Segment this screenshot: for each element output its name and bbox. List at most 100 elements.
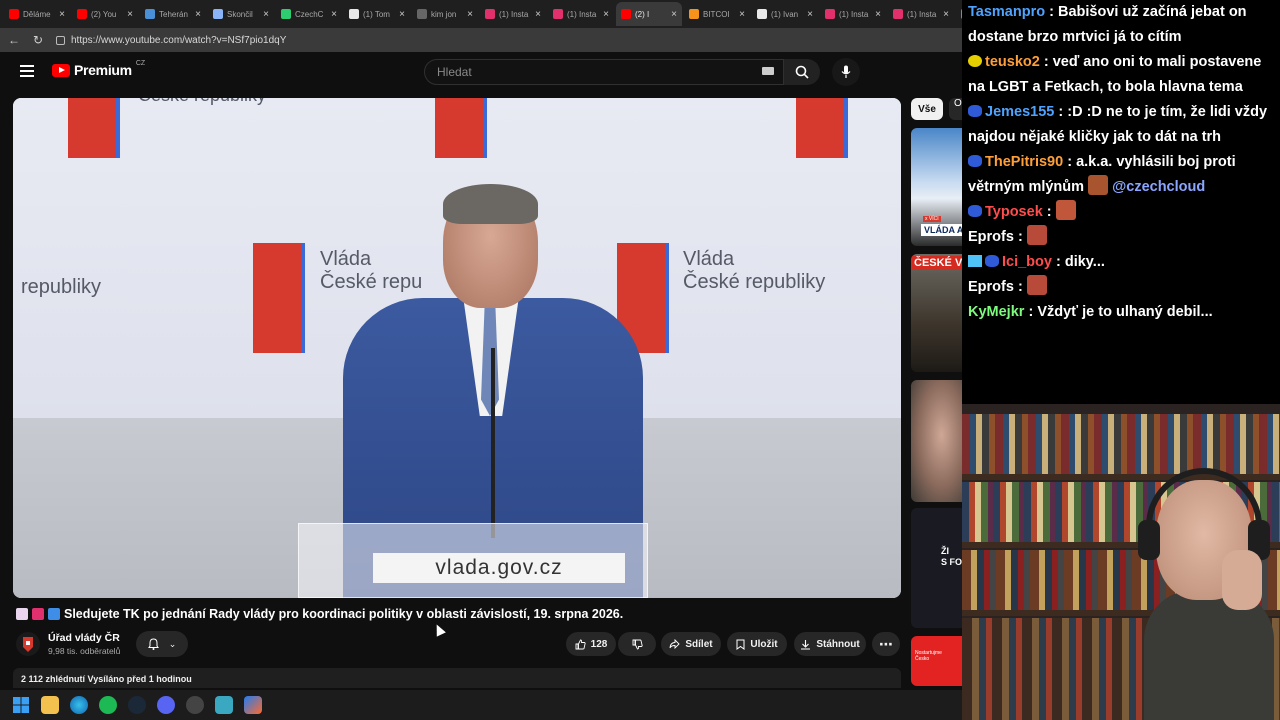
- more-horizontal-icon: ⋯: [879, 635, 893, 652]
- close-tab-icon[interactable]: ×: [399, 9, 405, 20]
- headphone-cup: [1138, 520, 1160, 560]
- close-tab-icon[interactable]: ×: [263, 9, 269, 20]
- close-tab-icon[interactable]: ×: [603, 9, 609, 20]
- notification-bell-button[interactable]: ⌄: [136, 631, 188, 657]
- tab-favicon-icon: [417, 9, 427, 19]
- discord-icon[interactable]: [157, 696, 175, 714]
- chat-username[interactable]: Eprofs: [968, 229, 1014, 245]
- description-box[interactable]: 2 112 zhlédnutí Vysíláno před 1 hodinou: [13, 668, 901, 688]
- keyboard-icon[interactable]: [762, 67, 774, 75]
- close-tab-icon[interactable]: ×: [943, 9, 949, 20]
- browser-tab[interactable]: (1) Insta ×: [820, 2, 886, 26]
- close-tab-icon[interactable]: ×: [59, 9, 65, 20]
- emoji-square-icon: [32, 608, 44, 620]
- dislike-button[interactable]: [618, 632, 656, 656]
- video-player[interactable]: České republiky republiky Vláda České re…: [13, 98, 901, 598]
- chip-next[interactable]: O: [949, 98, 962, 120]
- blue-badge-icon: [968, 105, 982, 117]
- tab-title: (1) Insta: [567, 9, 597, 19]
- thumbs-down-icon: [632, 639, 643, 649]
- search-input[interactable]: Hledat: [424, 59, 784, 85]
- more-actions-button[interactable]: ⋯: [872, 632, 900, 656]
- video-title: Sledujete TK po jednání Rady vlády pro k…: [16, 607, 896, 621]
- channel-avatar[interactable]: [16, 632, 40, 656]
- close-tab-icon[interactable]: ×: [127, 9, 133, 20]
- chat-username[interactable]: Typosek: [985, 204, 1043, 220]
- close-tab-icon[interactable]: ×: [331, 9, 337, 20]
- search-button[interactable]: [784, 59, 820, 85]
- chat-username[interactable]: ThePitris90: [985, 154, 1063, 170]
- chat-message: Eprofs :: [968, 225, 1280, 250]
- youtube-play-icon: [52, 63, 70, 77]
- chat-username[interactable]: Eprofs: [968, 279, 1014, 295]
- reload-icon[interactable]: ↻: [32, 33, 44, 47]
- share-arrow-icon: [669, 639, 681, 649]
- browser-tab[interactable]: BITCOI ×: [684, 2, 750, 26]
- close-tab-icon[interactable]: ×: [195, 9, 201, 20]
- browser-tab[interactable]: (1) Insta ×: [480, 2, 546, 26]
- browser-tab[interactable]: (1) Insta ×: [888, 2, 954, 26]
- tab-favicon-icon: [825, 9, 835, 19]
- logo-text: Premium: [74, 62, 132, 78]
- chat-mention[interactable]: @czechcloud: [1112, 179, 1205, 195]
- save-button[interactable]: Uložit: [727, 632, 787, 656]
- close-tab-icon[interactable]: ×: [671, 9, 677, 20]
- hamburger-menu-icon[interactable]: [20, 65, 34, 77]
- chat-username[interactable]: teusko2: [985, 54, 1040, 70]
- steam-icon[interactable]: [128, 696, 146, 714]
- recommended-video-thumbnail[interactable]: [911, 380, 962, 502]
- browser-tab[interactable]: CzechC ×: [276, 2, 342, 26]
- browser-tab[interactable]: (1) Ivan ×: [752, 2, 818, 26]
- obs-icon[interactable]: [186, 696, 204, 714]
- close-tab-icon[interactable]: ×: [535, 9, 541, 20]
- browser-tab[interactable]: Děláme ×: [4, 2, 70, 26]
- edge-browser-icon[interactable]: [70, 696, 88, 714]
- recommended-video-thumbnail[interactable]: x VÍCI VLÁDA A: [911, 128, 962, 246]
- youtube-premium-logo[interactable]: Premium CZ: [52, 59, 146, 78]
- podium-microphone: [491, 348, 495, 538]
- notepad-icon[interactable]: [215, 696, 233, 714]
- windows-taskbar: [0, 690, 962, 720]
- channel-subscribers: 9,98 tis. odběratelů: [48, 646, 121, 656]
- chat-username[interactable]: Tasmanpro: [968, 4, 1045, 20]
- recommended-video-thumbnail[interactable]: ŽI S FO: [911, 508, 962, 628]
- browser-tab[interactable]: kim jon ×: [412, 2, 478, 26]
- chat-message: ThePitris90 : a.k.a. vyhlásili boj proti…: [968, 154, 1236, 195]
- tab-favicon-icon: [77, 9, 87, 19]
- close-tab-icon[interactable]: ×: [739, 9, 745, 20]
- url-field[interactable]: https://www.youtube.com/watch?v=NSf7pio1…: [56, 30, 962, 50]
- chip-all[interactable]: Vše: [911, 98, 943, 120]
- close-tab-icon[interactable]: ×: [875, 9, 881, 20]
- logo-region: CZ: [135, 59, 146, 67]
- file-explorer-icon[interactable]: [41, 696, 59, 714]
- back-arrow-icon[interactable]: ←: [8, 33, 20, 47]
- chat-username[interactable]: KyMejkr: [968, 304, 1024, 320]
- site-info-icon[interactable]: [56, 35, 65, 45]
- close-tab-icon[interactable]: ×: [467, 9, 473, 20]
- download-button[interactable]: Stáhnout: [794, 632, 866, 656]
- chat-message: Typosek :: [968, 200, 1280, 225]
- browser-tab[interactable]: (1) Insta ×: [548, 2, 614, 26]
- recommended-video-thumbnail[interactable]: ČESKÉ VY: [911, 254, 962, 372]
- chat-username[interactable]: Ici_boy: [1002, 254, 1052, 270]
- windows-start-icon[interactable]: [12, 696, 30, 714]
- browser-tab[interactable]: (1) Tom ×: [344, 2, 410, 26]
- copilot-icon[interactable]: [244, 696, 262, 714]
- spotify-icon[interactable]: [99, 696, 117, 714]
- voice-search-button[interactable]: [832, 58, 860, 86]
- recommended-video-thumbnail[interactable]: Nostartujme Česko: [911, 636, 962, 686]
- channel-name[interactable]: Úřad vlády ČR: [48, 632, 120, 644]
- chat-message: Ici_boy : diky...: [968, 250, 1280, 275]
- chat-username[interactable]: Jemes155: [985, 104, 1054, 120]
- close-tab-icon[interactable]: ×: [807, 9, 813, 20]
- thumb-label: ŽI S FO: [941, 546, 962, 567]
- browser-tab[interactable]: (2) I ×: [616, 2, 682, 26]
- yellow-badge-icon: [968, 55, 982, 67]
- browser-tab[interactable]: (2) You ×: [72, 2, 138, 26]
- emoji-square-icon: [16, 608, 28, 620]
- like-button[interactable]: 128: [566, 632, 616, 656]
- youtube-header: Premium CZ Hledat: [0, 52, 962, 92]
- share-button[interactable]: Sdílet: [661, 632, 721, 656]
- browser-tab[interactable]: Teherán ×: [140, 2, 206, 26]
- browser-tab[interactable]: Skončil ×: [208, 2, 274, 26]
